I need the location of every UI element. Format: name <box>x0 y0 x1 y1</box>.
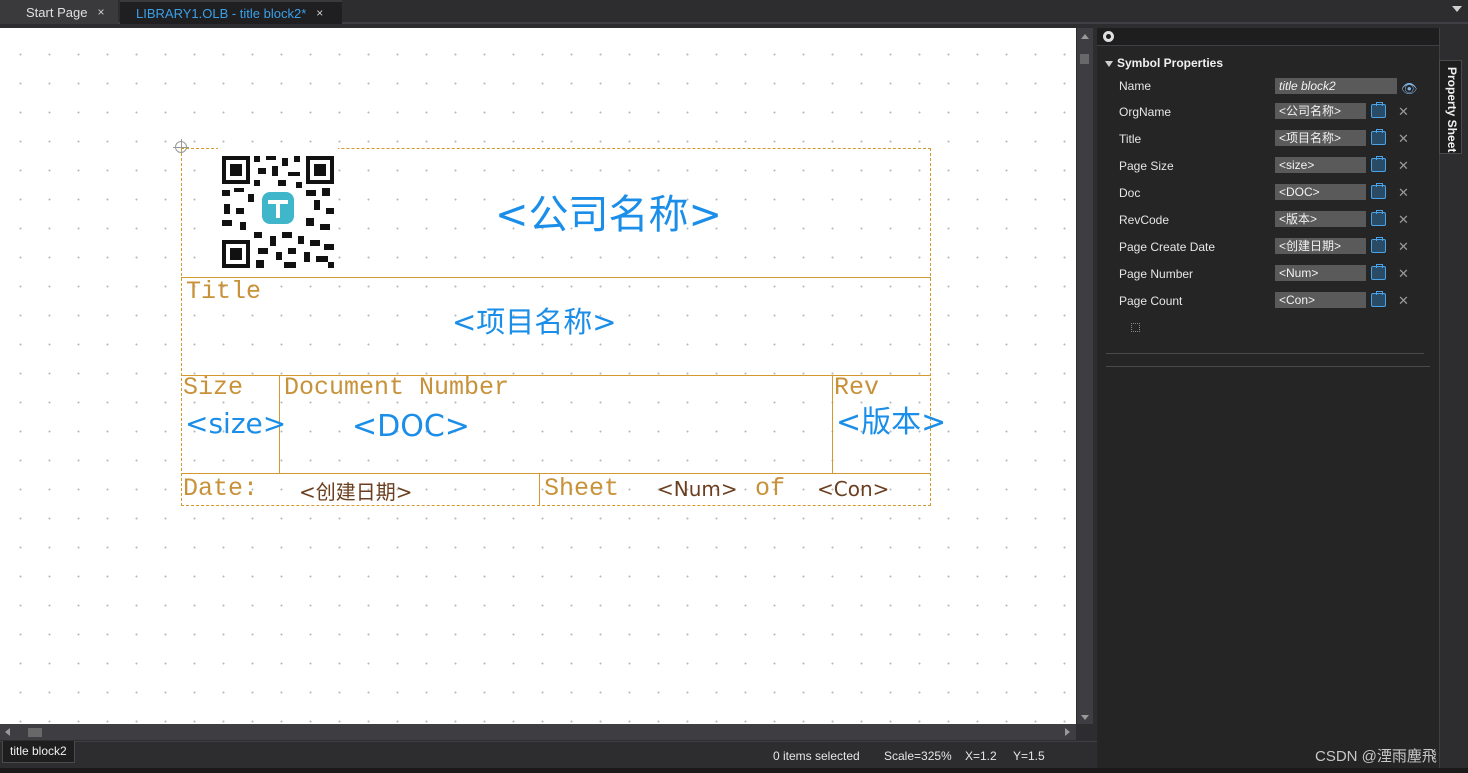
title-block-divider <box>832 375 833 473</box>
property-value-page-size[interactable]: <size> <box>1275 157 1366 173</box>
delete-icon[interactable]: ✕ <box>1398 293 1409 309</box>
property-sheet-header <box>1097 28 1439 46</box>
size-label: Size <box>183 373 244 402</box>
edit-icon[interactable] <box>1371 210 1386 226</box>
page-count-value-text[interactable]: <Con> <box>817 479 889 499</box>
add-property-icon[interactable] <box>1131 323 1140 332</box>
property-value-title[interactable]: <项目名称> <box>1275 130 1366 146</box>
section-title: Symbol Properties <box>1117 56 1224 70</box>
delete-icon[interactable]: ✕ <box>1398 104 1409 120</box>
vertical-scrollbar[interactable] <box>1077 28 1093 724</box>
of-label: of <box>755 474 786 503</box>
panel-divider <box>1106 353 1424 354</box>
horizontal-scrollbar[interactable] <box>0 724 1076 740</box>
pin-icon[interactable] <box>1103 31 1114 42</box>
page-number-value-text[interactable]: <Num> <box>657 479 738 499</box>
property-value-name[interactable]: title block2 <box>1275 78 1397 94</box>
eye-icon[interactable]: 👁 <box>1401 81 1418 97</box>
edit-icon[interactable] <box>1371 156 1386 172</box>
dropdown-arrow-icon[interactable] <box>1452 6 1462 12</box>
title-block-divider <box>539 473 540 506</box>
edit-icon[interactable] <box>1371 102 1386 118</box>
scroll-right-icon[interactable] <box>1065 728 1070 736</box>
edit-icon[interactable] <box>1371 237 1386 253</box>
scroll-thumb[interactable] <box>1080 54 1089 64</box>
edit-icon[interactable] <box>1371 291 1386 307</box>
tab-label: LIBRARY1.OLB - title block2* <box>136 5 307 21</box>
property-value-doc[interactable]: <DOC> <box>1275 184 1366 200</box>
delete-icon[interactable]: ✕ <box>1398 185 1409 201</box>
cursor-y-readout: Y=1.5 <box>1013 749 1045 763</box>
property-label-page-count: Page Count <box>1119 294 1183 308</box>
page-tab-title-block2[interactable]: title block2 <box>2 741 75 763</box>
property-value-orgname[interactable]: <公司名称> <box>1275 103 1366 119</box>
scroll-left-icon[interactable] <box>5 728 10 736</box>
tab-property-sheet[interactable]: Property Sheet <box>1439 60 1462 154</box>
close-icon[interactable]: × <box>97 5 104 19</box>
tab-label: Property Sheet <box>1445 67 1459 153</box>
schematic-canvas[interactable]: <公司名称> Title <项目名称> Size <size> Document… <box>0 28 1076 724</box>
property-label-orgname: OrgName <box>1119 105 1172 119</box>
property-label-page-create-date: Page Create Date <box>1119 240 1216 254</box>
sheet-label: Sheet <box>544 474 620 503</box>
title-block-divider <box>181 277 931 278</box>
property-label-page-size: Page Size <box>1119 159 1174 173</box>
property-label-doc: Doc <box>1119 186 1141 200</box>
property-label-title: Title <box>1119 132 1142 146</box>
property-label-revcode: RevCode <box>1119 213 1170 227</box>
window-bottom-edge <box>0 768 1468 773</box>
date-label: Date: <box>183 474 259 503</box>
delete-icon[interactable]: ✕ <box>1398 266 1409 282</box>
property-value-page-count[interactable]: <Con> <box>1275 292 1366 308</box>
doc-value-text[interactable]: <DOC> <box>352 412 470 442</box>
document-number-label: Document Number <box>284 373 510 402</box>
scroll-up-icon[interactable] <box>1081 34 1089 39</box>
delete-icon[interactable]: ✕ <box>1398 158 1409 174</box>
scroll-thumb[interactable] <box>28 728 42 737</box>
tab-label: Start Page <box>26 4 88 20</box>
delete-icon[interactable]: ✕ <box>1398 131 1409 147</box>
property-sheet-panel <box>1097 28 1439 768</box>
qr-code-icon <box>218 148 338 272</box>
cursor-x-readout: X=1.2 <box>965 749 997 763</box>
delete-icon[interactable]: ✕ <box>1398 239 1409 255</box>
title-value-text[interactable]: <项目名称> <box>452 308 617 337</box>
selection-count: 0 items selected <box>773 749 860 763</box>
edit-icon[interactable] <box>1371 264 1386 280</box>
org-name-text[interactable]: <公司名称> <box>495 195 722 235</box>
delete-icon[interactable]: ✕ <box>1398 212 1409 228</box>
scroll-down-icon[interactable] <box>1081 715 1089 720</box>
watermark-text: CSDN @湮雨塵飛 <box>1315 748 1437 765</box>
date-value-text[interactable]: <创建日期> <box>299 482 413 502</box>
property-value-page-create-date[interactable]: <创建日期> <box>1275 238 1366 254</box>
edit-icon[interactable] <box>1371 129 1386 145</box>
size-value-text[interactable]: <size> <box>185 410 286 438</box>
property-value-revcode[interactable]: <版本> <box>1275 211 1366 227</box>
panel-divider <box>1106 366 1430 367</box>
property-value-page-number[interactable]: <Num> <box>1275 265 1366 281</box>
title-label: Title <box>186 277 262 306</box>
close-icon[interactable]: × <box>316 6 323 20</box>
collapse-triangle-icon[interactable] <box>1105 60 1113 67</box>
rev-label: Rev <box>834 373 880 402</box>
edit-icon[interactable] <box>1371 183 1386 199</box>
tab-library-title-block[interactable]: LIBRARY1.OLB - title block2* × <box>120 0 342 24</box>
rev-value-text[interactable]: <版本> <box>836 408 946 438</box>
property-label-name: Name <box>1119 79 1152 93</box>
symbol-properties-section[interactable]: Symbol Properties <box>1105 56 1223 70</box>
property-label-page-number: Page Number <box>1119 267 1194 281</box>
tab-start-page[interactable]: Start Page × <box>0 0 118 24</box>
zoom-scale: Scale=325% <box>884 749 952 763</box>
